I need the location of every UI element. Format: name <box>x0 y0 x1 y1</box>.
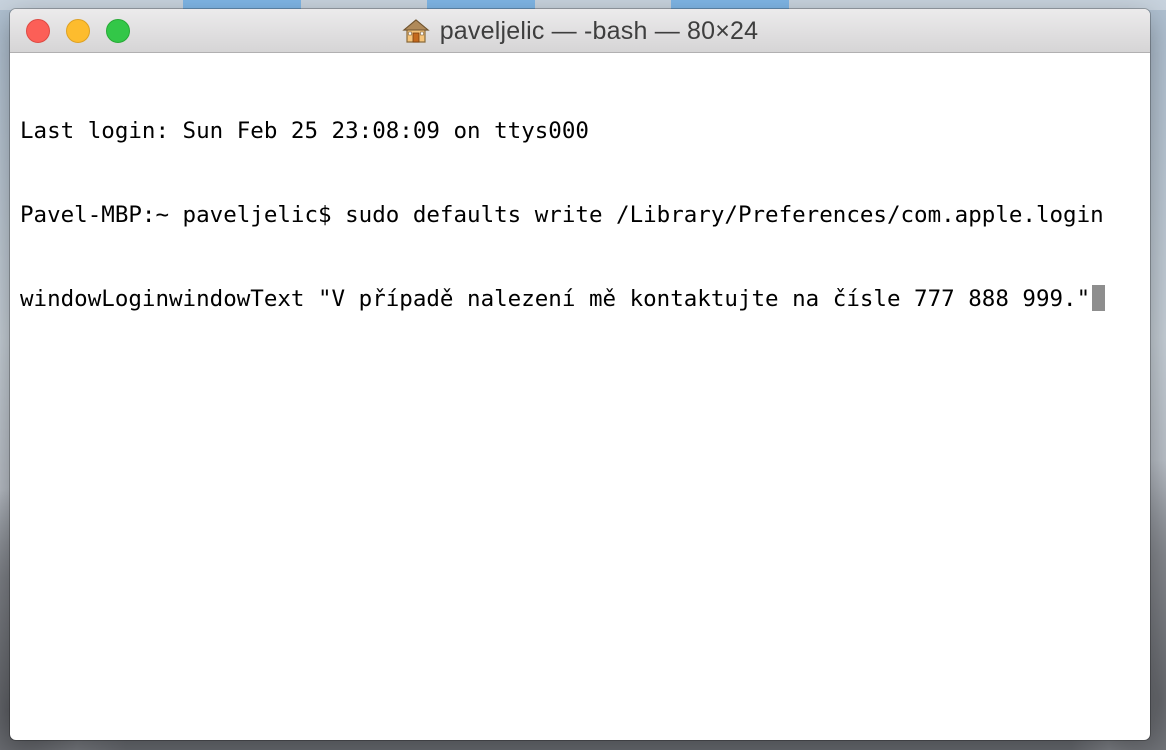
title-bar[interactable]: paveljelic — -bash — 80×24 <box>10 9 1150 53</box>
terminal-line: Last login: Sun Feb 25 23:08:09 on ttys0… <box>20 118 589 144</box>
terminal-window[interactable]: paveljelic — -bash — 80×24 Last login: S… <box>10 9 1150 740</box>
window-title-text: paveljelic — -bash — 80×24 <box>439 16 759 45</box>
window-title: paveljelic — -bash — 80×24 <box>10 9 1150 53</box>
terminal-line: Pavel-MBP:~ paveljelic$ sudo defaults wr… <box>20 202 1104 228</box>
terminal-output[interactable]: Last login: Sun Feb 25 23:08:09 on ttys0… <box>10 53 1150 740</box>
home-folder-icon <box>402 17 430 45</box>
terminal-line-text: windowLoginwindowText "V případě nalezen… <box>20 286 1091 312</box>
block-cursor <box>1092 285 1106 311</box>
terminal-line: windowLoginwindowText "V případě nalezen… <box>20 285 1150 313</box>
